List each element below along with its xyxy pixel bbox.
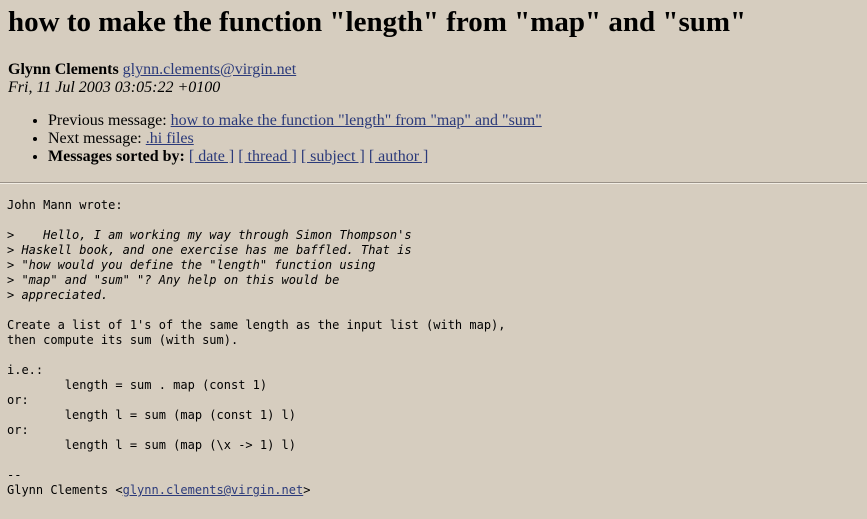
code-line: or: bbox=[7, 423, 29, 437]
message-date: Fri, 11 Jul 2003 03:05:22 +0100 bbox=[8, 79, 221, 96]
code-line: length = sum . map (const 1) bbox=[7, 378, 268, 392]
quote-line: > Haskell book, and one exercise has me … bbox=[7, 243, 412, 257]
sorted-label: Messages sorted by: bbox=[48, 148, 185, 165]
signature-email-link[interactable]: glynn.clements@virgin.net bbox=[123, 483, 304, 497]
message-meta: Glynn Clements glynn.clements@virgin.net… bbox=[8, 61, 859, 97]
sort-by-author-link[interactable]: [ author ] bbox=[369, 148, 429, 165]
code-line: length l = sum (map (const 1) l) bbox=[7, 408, 296, 422]
page-title: how to make the function "length" from "… bbox=[8, 6, 747, 38]
answer-line: then compute its sum (with sum). bbox=[7, 333, 239, 347]
signature-line: Glynn Clements <glynn.clements@virgin.ne… bbox=[7, 483, 867, 498]
divider bbox=[0, 182, 867, 184]
quote-line: > "how would you define the "length" fun… bbox=[7, 258, 376, 272]
code-line: or: bbox=[7, 393, 29, 407]
sort-by-date-link[interactable]: [ date ] bbox=[189, 148, 234, 165]
message-navigation: Previous message: how to make the functi… bbox=[8, 112, 859, 166]
signature-close: > bbox=[303, 483, 311, 497]
answer-line: Create a list of 1's of the same length … bbox=[7, 318, 506, 332]
next-message-link[interactable]: .hi files bbox=[146, 130, 194, 147]
signature-separator: -- bbox=[7, 468, 22, 482]
quote-line: > appreciated. bbox=[7, 288, 109, 302]
quote-line: > "map" and "sum" "? Any help on this wo… bbox=[7, 273, 340, 287]
nav-sorted: Messages sorted by: [ date ] [ thread ] … bbox=[48, 148, 859, 166]
code-line: i.e.: bbox=[7, 363, 44, 377]
intro-line: John Mann wrote: bbox=[7, 198, 123, 212]
quote-line: > Hello, I am working my way through Sim… bbox=[7, 228, 412, 242]
author-email-link[interactable]: glynn.clements@virgin.net bbox=[123, 61, 297, 78]
previous-label: Previous message: bbox=[48, 112, 167, 129]
signature-name: Glynn Clements < bbox=[7, 483, 123, 497]
message-body: John Mann wrote: > Hello, I am working my… bbox=[7, 198, 867, 498]
nav-previous: Previous message: how to make the functi… bbox=[48, 112, 859, 130]
previous-message-link[interactable]: how to make the function "length" from "… bbox=[171, 112, 542, 129]
page: how to make the function "length" from "… bbox=[0, 0, 867, 166]
next-label: Next message: bbox=[48, 130, 142, 147]
nav-next: Next message: .hi files bbox=[48, 130, 859, 148]
sort-by-subject-link[interactable]: [ subject ] bbox=[301, 148, 365, 165]
author-name: Glynn Clements bbox=[8, 61, 119, 78]
code-line: length l = sum (map (\x -> 1) l) bbox=[7, 438, 296, 452]
sort-by-thread-link[interactable]: [ thread ] bbox=[238, 148, 297, 165]
